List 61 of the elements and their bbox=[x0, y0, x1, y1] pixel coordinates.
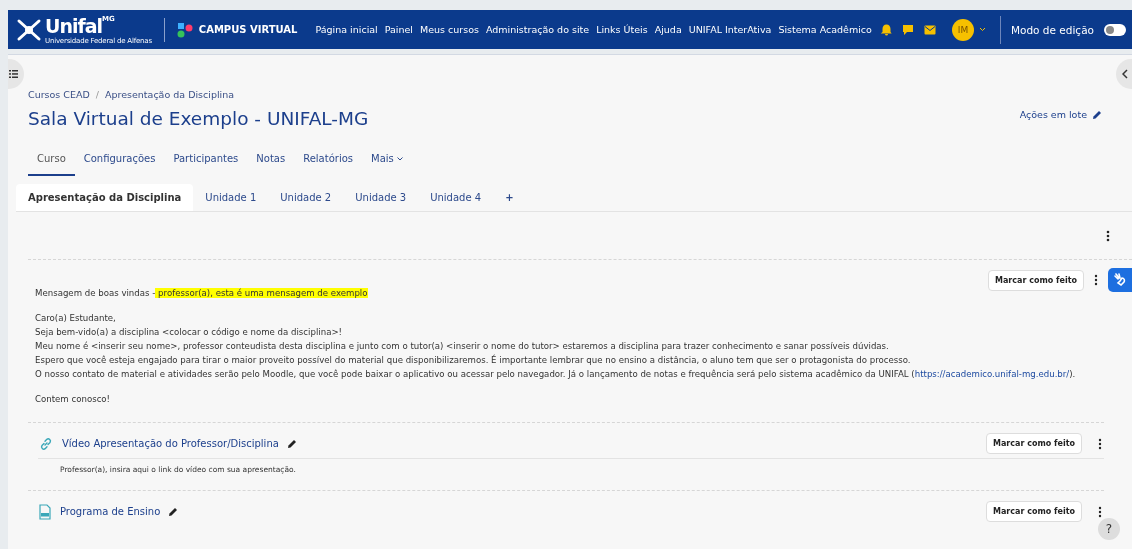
colored-shapes-logo-icon bbox=[176, 21, 193, 38]
course-nav-tab[interactable]: Relatórios bbox=[294, 148, 362, 176]
nav-link[interactable]: Sistema Acadêmico bbox=[778, 24, 872, 35]
activity-link[interactable]: Programa de Ensino bbox=[60, 506, 161, 517]
brand-name: CAMPUS VIRTUAL bbox=[198, 24, 298, 35]
nav-link[interactable]: Painel bbox=[384, 24, 413, 35]
edit-mode-toggle[interactable] bbox=[1104, 23, 1126, 36]
nav-link[interactable]: Links Úteis bbox=[596, 24, 648, 35]
activity-link[interactable]: Vídeo Apresentação do Professor/Disciplina bbox=[62, 438, 279, 449]
section-tab[interactable]: Unidade 3 bbox=[343, 184, 419, 211]
kebab-menu-icon[interactable] bbox=[1098, 437, 1102, 450]
bulk-actions-link[interactable]: Ações em lote bbox=[1019, 109, 1102, 120]
nav-link[interactable]: Página inicial bbox=[315, 24, 378, 35]
pencil-icon[interactable] bbox=[286, 438, 297, 449]
greeting-text: Caro(a) Estudante, bbox=[35, 312, 117, 325]
edit-mode-label: Modo de edição bbox=[1010, 23, 1094, 36]
nav-link[interactable]: Administração do site bbox=[485, 24, 590, 35]
chat-icon[interactable] bbox=[901, 23, 914, 36]
nav-link[interactable]: Meus cursos bbox=[420, 24, 479, 35]
mark-done-button[interactable]: Marcar como feito bbox=[986, 501, 1082, 522]
user-avatar[interactable]: IM bbox=[951, 18, 974, 41]
section-tab[interactable]: Unidade 1 bbox=[193, 184, 269, 211]
course-title: Sala Virtual de Exemplo - UNIFAL-MG bbox=[28, 108, 369, 129]
bell-icon[interactable] bbox=[880, 23, 892, 36]
mark-done-button[interactable]: Marcar como feito bbox=[986, 433, 1082, 454]
chevron-left-icon bbox=[1122, 69, 1128, 79]
course-nav-tab[interactable]: Mais bbox=[362, 148, 412, 176]
breadcrumb-link[interactable]: Cursos CEAD bbox=[28, 89, 90, 100]
paragraph-text: Meu nome é <inserir seu nome>, professor conteudista desta disciplina e junto com o tutor(a) <inserir o nome do tutor> estaremos a disciplina para trazer conhecimento e sanar possíveis dúvidas. bbox=[35, 340, 890, 353]
paragraph-text: Espero que você esteja engajado para tirar o maior proveito possível do material que disponibilizaremos. É importante lembrar que no ensino a distância, o aluno tem que ser o protagonista do processo. bbox=[35, 353, 912, 367]
pencil-icon[interactable] bbox=[168, 506, 179, 517]
mail-icon[interactable] bbox=[923, 24, 936, 35]
section-tab[interactable]: Unidade 4 bbox=[418, 184, 494, 211]
mark-done-button[interactable]: Marcar como feito bbox=[988, 269, 1084, 291]
breadcrumb-separator: / bbox=[95, 89, 99, 100]
add-section-button[interactable]: + bbox=[493, 184, 526, 211]
logo-text: Unifal bbox=[45, 14, 103, 37]
link-icon bbox=[38, 435, 54, 452]
section-tab[interactable]: Unidade 2 bbox=[268, 184, 344, 211]
nav-link[interactable]: UNIFAL InterAtiva bbox=[688, 24, 772, 35]
paragraph-text: Seja bem-vido(a) a disciplina <colocar o código e nome da disciplina>! bbox=[35, 326, 344, 339]
breadcrumb-link[interactable]: Apresentação da Disciplina bbox=[104, 89, 235, 100]
course-nav-tab[interactable]: Configurações bbox=[74, 148, 165, 176]
accessibility-button[interactable] bbox=[1108, 268, 1132, 292]
course-nav-tab[interactable]: Curso bbox=[28, 148, 75, 176]
message-heading: Mensagem de boas vindas - professor(a), esta é uma mensagem de exemplo bbox=[35, 287, 369, 300]
nav-link[interactable]: Ajuda bbox=[654, 24, 682, 35]
kebab-menu-icon[interactable] bbox=[1094, 274, 1098, 286]
section-tab[interactable]: Apresentação da Disciplina bbox=[16, 184, 194, 211]
pencil-icon bbox=[1092, 109, 1102, 120]
pdf-file-icon bbox=[38, 503, 52, 520]
kebab-menu-icon[interactable] bbox=[1106, 230, 1110, 242]
caret-icon[interactable] bbox=[978, 27, 986, 32]
help-button[interactable]: ? bbox=[1098, 518, 1120, 540]
menu-icon bbox=[9, 70, 18, 78]
course-nav-tab[interactable]: Notas bbox=[247, 148, 295, 176]
closing-text: Contem conosco! bbox=[35, 393, 112, 406]
paragraph-text: O nosso contato de material e atividades serão pelo Moodle, que você pode baixar o aplicativo ou acessar pelo navegador. Já o lançamento de notas e frequência será pelo sistema acadêmico da UNIFAL (https://academico.unifal-mg.edu.br/). bbox=[35, 368, 1077, 381]
hands-icon bbox=[1113, 273, 1127, 287]
course-nav-tab[interactable]: Participantes bbox=[164, 148, 248, 176]
kebab-menu-icon[interactable] bbox=[1098, 505, 1102, 518]
